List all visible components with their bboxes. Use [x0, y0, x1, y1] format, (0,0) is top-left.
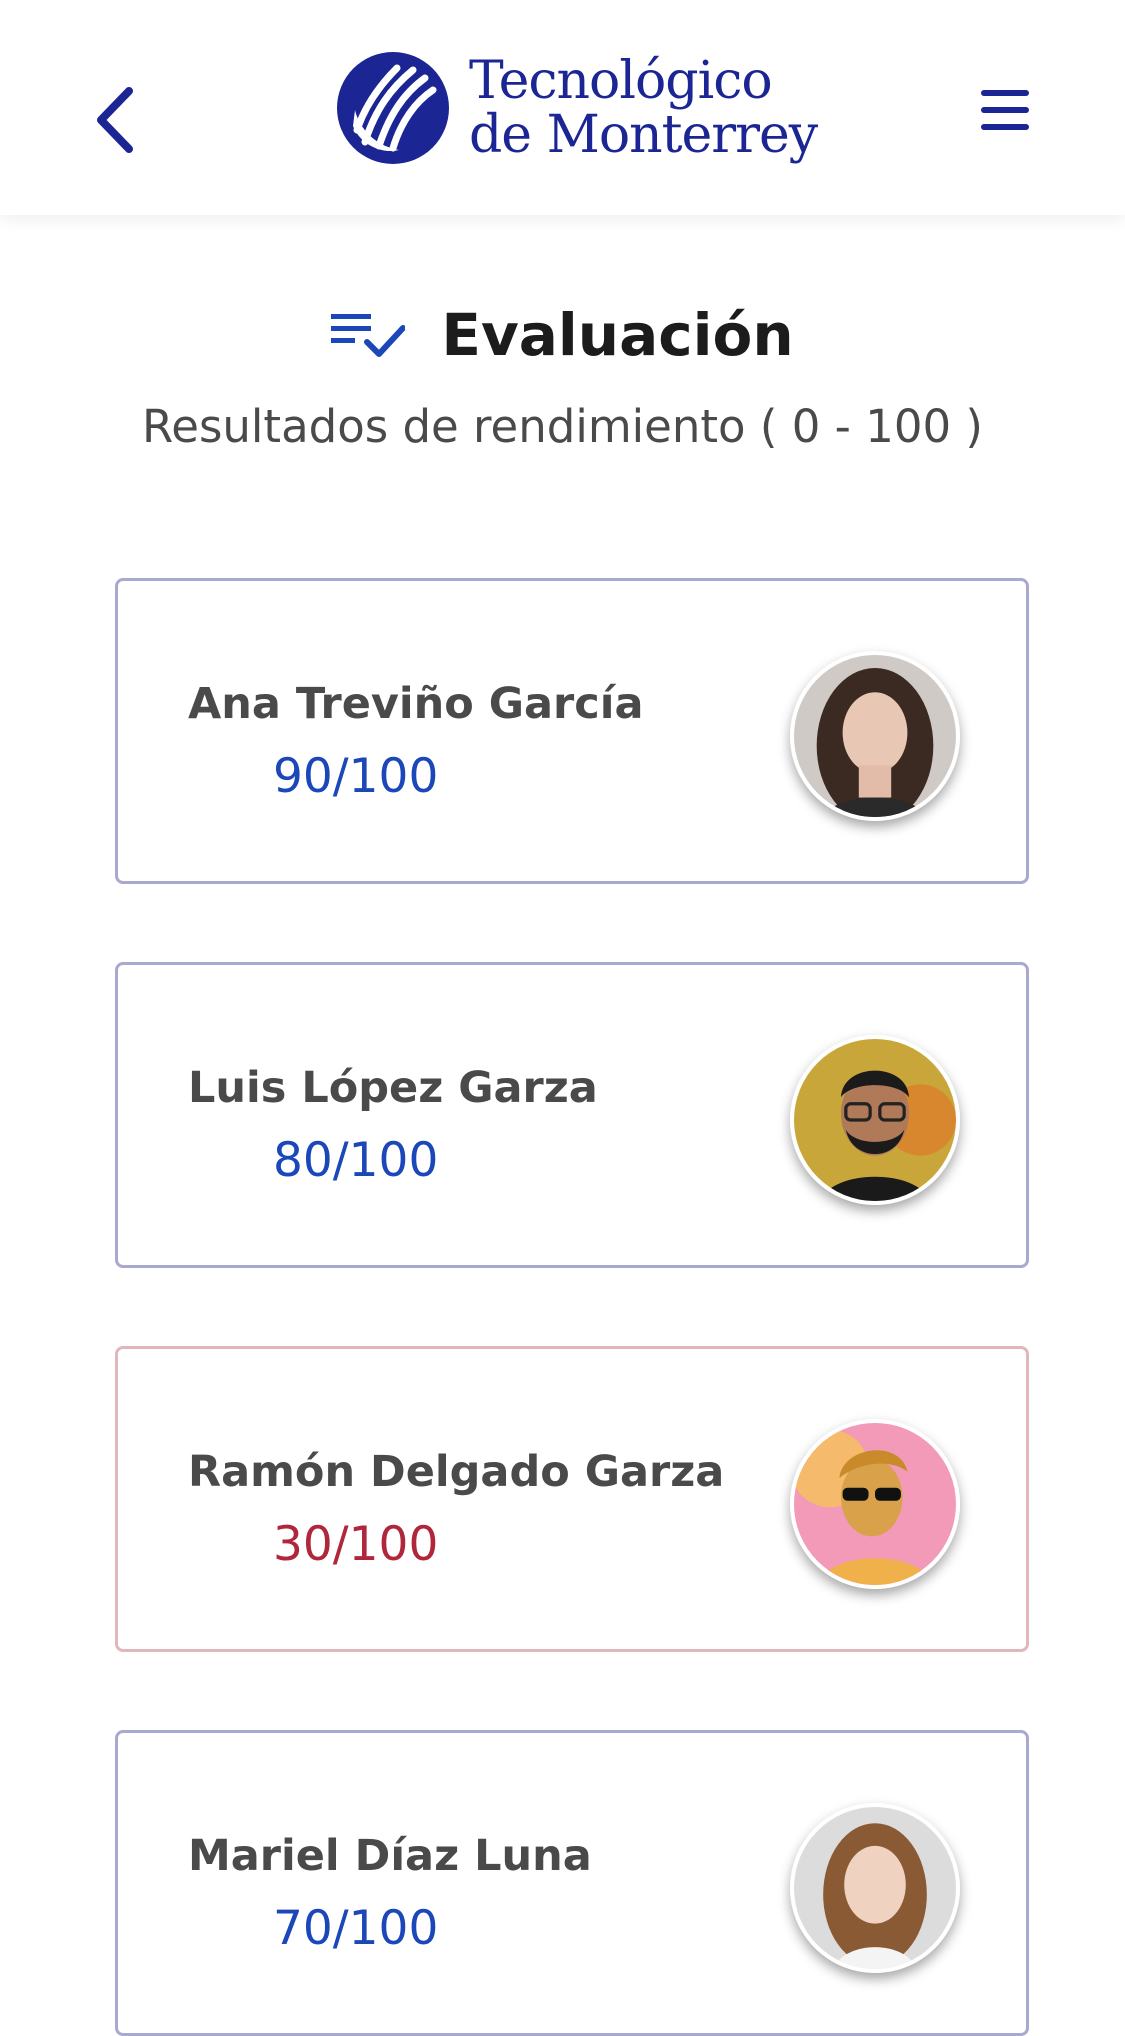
brand-logo[interactable]: Tecnológico de Monterrey [335, 45, 818, 170]
page-subtitle: Resultados de rendimiento ( 0 - 100 ) [142, 400, 983, 453]
student-name: Ana Treviño García [188, 679, 644, 729]
chevron-left-icon [97, 87, 133, 153]
avatar [790, 1035, 960, 1205]
brand-name-line2: de Monterrey [469, 104, 818, 165]
result-card[interactable]: Ana Treviño García 90/100 [115, 578, 1029, 884]
menu-button[interactable] [970, 80, 1040, 140]
student-score: 30/100 [273, 1517, 439, 1572]
result-card[interactable]: Mariel Díaz Luna 70/100 [115, 1730, 1029, 2036]
hamburger-menu-icon [981, 90, 1029, 130]
student-name: Ramón Delgado Garza [188, 1447, 725, 1497]
playlist-check-icon [331, 314, 406, 357]
student-score: 90/100 [273, 749, 439, 804]
back-button[interactable] [80, 80, 150, 160]
student-name: Luis López Garza [188, 1063, 598, 1113]
result-card[interactable]: Ramón Delgado Garza 30/100 [115, 1346, 1029, 1652]
brand-wordmark: Tecnológico de Monterrey [469, 50, 818, 165]
page-heading: Evaluación [0, 295, 1125, 375]
page-title: Evaluación [441, 301, 794, 369]
student-name: Mariel Díaz Luna [188, 1831, 592, 1881]
tec-emblem-icon [337, 51, 449, 164]
student-score: 80/100 [273, 1133, 439, 1188]
avatar [790, 1419, 960, 1589]
result-card[interactable]: Luis López Garza 80/100 [115, 962, 1029, 1268]
avatar [790, 1803, 960, 1973]
app-header: Tecnológico de Monterrey [0, 0, 1125, 215]
brand-name-line1: Tecnológico [469, 50, 773, 111]
student-score: 70/100 [273, 1901, 439, 1956]
avatar [790, 651, 960, 821]
